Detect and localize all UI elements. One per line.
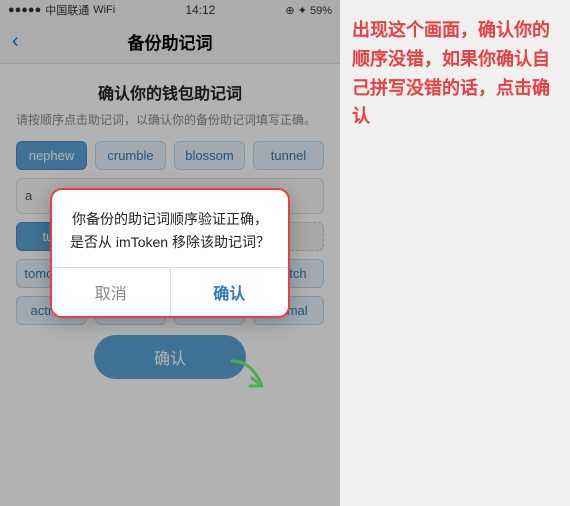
annotation-text: 出现这个画面，确认你的顺序没错，如果你确认自己拼写没错的话，点击确认 — [352, 16, 558, 131]
dialog-overlay: 你备份的助记词顺序验证正确，是否从 imToken 移除该助记词？ 取消 确认 — [0, 0, 340, 506]
dialog-text: 你备份的助记词顺序验证正确，是否从 imToken 移除该助记词？ — [68, 208, 272, 253]
dialog-body: 你备份的助记词顺序验证正确，是否从 imToken 移除该助记词？ — [52, 190, 288, 267]
dialog-ok-button[interactable]: 确认 — [171, 268, 289, 316]
annotation-panel: 出现这个画面，确认你的顺序没错，如果你确认自己拼写没错的话，点击确认 — [340, 0, 570, 506]
arrow-wrapper — [222, 356, 272, 401]
arrow-icon — [222, 356, 272, 396]
dialog: 你备份的助记词顺序验证正确，是否从 imToken 移除该助记词？ 取消 确认 — [50, 188, 290, 318]
phone-panel: ●●●●● 中国联通 WiFi 14:12 ⊕ ✦ 59% ‹ 备份助记词 确认… — [0, 0, 340, 506]
dialog-actions: 取消 确认 — [52, 267, 288, 316]
dialog-cancel-button[interactable]: 取消 — [52, 268, 171, 316]
